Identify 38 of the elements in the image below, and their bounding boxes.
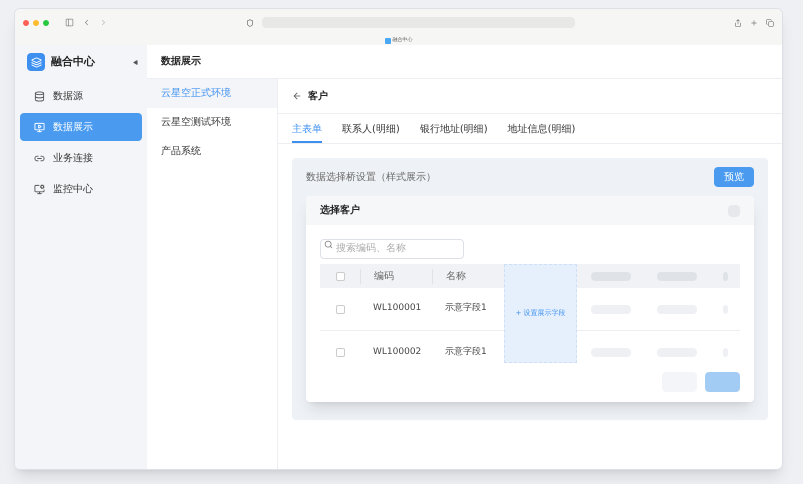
sub-navigation-item[interactable]: 云星空测试环境 [147,108,277,137]
panel-title: 数据选择桥设置（样式展示） [306,170,436,184]
sidebar-item[interactable]: 业务连接 [20,144,142,172]
search-field[interactable]: 搜索编码、名称 [320,238,464,258]
back-arrow-icon[interactable] [292,91,302,101]
shield-icon[interactable] [246,18,254,26]
dialog-title: 选择客户 [320,203,360,218]
page-title: 客户 [308,89,328,104]
header-title: 数据展示 [161,54,201,69]
brand-logo-icon [27,53,45,71]
column-header: 编码 [360,268,432,284]
sub-navigation-item[interactable]: 产品系统 [147,137,277,166]
search-icon [324,240,333,248]
confirm-button[interactable] [705,372,740,392]
back-icon[interactable] [82,18,91,27]
menu-icon [34,184,45,194]
sidebar-item[interactable]: 数据源 [20,82,142,110]
table-cell-text: 示意字段1 [444,346,488,359]
menu-icon [34,90,45,102]
share-icon[interactable] [734,18,742,26]
collapse-icon[interactable] [133,60,138,64]
checkbox[interactable] [336,272,344,280]
sidebar-toggle-icon[interactable] [65,18,74,27]
forward-icon[interactable] [99,18,108,27]
checkbox[interactable] [336,304,344,314]
tabs-icon[interactable] [766,18,774,26]
table-cell-text: WL100001 [372,302,422,316]
tab-favicon-icon [384,38,390,44]
checkbox[interactable] [336,348,344,357]
sidebar-item[interactable]: 监控中心 [20,175,142,203]
table-cell-text: 示意字段1 [444,302,488,316]
brand-name: 融合中心 [51,54,95,70]
tab[interactable]: 地址信息(明细) [508,117,576,143]
menu-icon [34,122,45,132]
new-tab-icon[interactable] [750,18,758,26]
tab[interactable]: 银行地址(明细) [420,117,488,143]
tab[interactable]: 联系人(明细) [342,117,400,143]
table-cell-text: WL100002 [372,346,422,359]
